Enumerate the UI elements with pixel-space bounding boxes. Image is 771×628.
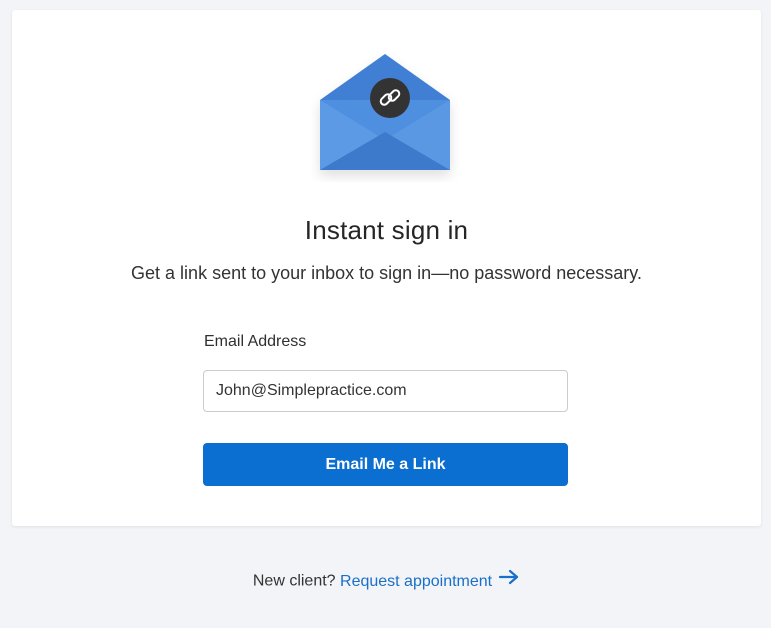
email-field[interactable] [203, 370, 568, 412]
page-subtitle: Get a link sent to your inbox to sign in… [131, 263, 642, 283]
envelope-link-icon [310, 52, 460, 182]
request-appointment-label: Request appointment [340, 572, 493, 590]
email-me-link-button[interactable]: Email Me a Link [203, 443, 568, 486]
request-appointment-link[interactable]: Request appointment [340, 569, 520, 590]
email-label: Email Address [204, 333, 307, 350]
footer: New client? Request appointment [12, 526, 761, 628]
page-title: Instant sign in [304, 215, 469, 245]
sign-in-card: Instant sign in Get a link sent to your … [12, 10, 761, 526]
new-client-prompt: New client? [252, 572, 336, 590]
footer-line: New client? Request appointment [12, 569, 761, 592]
arrow-right-icon [498, 569, 520, 590]
